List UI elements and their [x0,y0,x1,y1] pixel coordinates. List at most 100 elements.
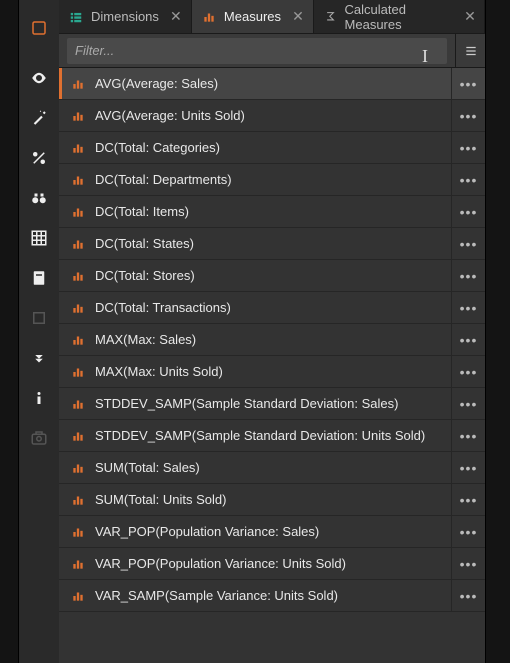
tab-calculated-measures[interactable]: Calculated Measures ✕ [314,0,485,33]
measure-label: STDDEV_SAMP(Sample Standard Deviation: U… [95,428,441,443]
list-item[interactable]: AVG(Average: Sales) ••• [59,68,485,100]
bar-chart-icon [71,397,85,411]
more-icon[interactable]: ••• [451,100,485,132]
bar-chart-icon [71,557,85,571]
close-icon[interactable]: ✕ [289,8,307,26]
more-icon[interactable]: ••• [451,292,485,324]
tab-label: Measures [224,9,281,24]
list-item[interactable]: SUM(Total: Sales) ••• [59,452,485,484]
measure-label: SUM(Total: Sales) [95,460,441,475]
info-icon[interactable] [19,378,59,418]
tab-measures[interactable]: Measures ✕ [192,0,314,33]
percent-icon[interactable] [19,138,59,178]
measure-label: STDDEV_SAMP(Sample Standard Deviation: S… [95,396,441,411]
filter-input[interactable] [67,38,447,64]
list-item[interactable]: STDDEV_SAMP(Sample Standard Deviation: S… [59,388,485,420]
more-icon[interactable]: ••• [451,260,485,292]
bar-chart-icon [71,493,85,507]
list-item[interactable]: MAX(Max: Sales) ••• [59,324,485,356]
list-item[interactable]: DC(Total: Items) ••• [59,196,485,228]
tab-label: Dimensions [91,9,159,24]
wand-icon[interactable] [19,98,59,138]
rail-home-icon[interactable] [19,8,59,48]
more-icon[interactable]: ••• [451,68,485,100]
bar-chart-icon [202,10,216,24]
main-panel: Dimensions ✕ Measures ✕ Calculated Measures ✕… [59,0,485,663]
more-icon[interactable]: ••• [451,132,485,164]
close-icon[interactable]: ✕ [462,8,478,26]
sigma-icon [324,10,337,24]
list-item[interactable]: DC(Total: Transactions) ••• [59,292,485,324]
more-icon[interactable]: ••• [451,196,485,228]
bar-chart-icon [71,461,85,475]
camera-icon[interactable] [19,418,59,458]
left-rail [19,0,59,663]
app-shell: Dimensions ✕ Measures ✕ Calculated Measures ✕… [18,0,486,663]
more-icon[interactable]: ••• [451,580,485,612]
measure-label: DC(Total: Categories) [95,140,441,155]
list-item[interactable]: STDDEV_SAMP(Sample Standard Deviation: U… [59,420,485,452]
tab-bar: Dimensions ✕ Measures ✕ Calculated Measures ✕ [59,0,485,34]
list-item[interactable]: VAR_SAMP(Sample Variance: Units Sold)••• [59,580,485,612]
bar-chart-icon [71,429,85,443]
measure-label: MAX(Max: Sales) [95,332,441,347]
tab-dimensions[interactable]: Dimensions ✕ [59,0,192,33]
more-icon[interactable]: ••• [451,324,485,356]
measure-label: DC(Total: Transactions) [95,300,441,315]
page-icon[interactable] [19,258,59,298]
list-item[interactable]: DC(Total: Departments) ••• [59,164,485,196]
measure-label: DC(Total: States) [95,236,441,251]
list-item[interactable]: DC(Total: Categories) ••• [59,132,485,164]
more-icon[interactable]: ••• [451,228,485,260]
bar-chart-icon [71,77,85,91]
tab-label: Calculated Measures [345,2,454,32]
eye-icon[interactable] [19,58,59,98]
bar-chart-icon [71,205,85,219]
measure-label: DC(Total: Stores) [95,268,441,283]
measure-label: MAX(Max: Units Sold) [95,364,441,379]
list-item[interactable]: AVG(Average: Units Sold) ••• [59,100,485,132]
filter-row [59,34,485,68]
grid-icon[interactable] [19,218,59,258]
list-item[interactable]: VAR_POP(Population Variance: Units Sold)… [59,548,485,580]
bar-chart-icon [71,365,85,379]
more-icon[interactable]: ••• [451,164,485,196]
bar-chart-icon [71,141,85,155]
more-icon[interactable]: ••• [451,356,485,388]
bar-chart-icon [71,301,85,315]
close-icon[interactable]: ✕ [167,8,185,26]
measure-label: SUM(Total: Units Sold) [95,492,441,507]
binoculars-icon[interactable] [19,178,59,218]
bar-chart-icon [71,237,85,251]
measure-label: VAR_POP(Population Variance: Units Sold) [95,556,441,571]
measure-label: DC(Total: Departments) [95,172,441,187]
measure-label: AVG(Average: Sales) [95,76,441,91]
list-item[interactable]: DC(Total: States) ••• [59,228,485,260]
more-icon[interactable]: ••• [451,548,485,580]
more-icon[interactable]: ••• [451,452,485,484]
rail-dim-1-icon[interactable] [19,298,59,338]
bar-chart-icon [71,269,85,283]
measure-label: VAR_POP(Population Variance: Sales) [95,524,441,539]
measure-label: DC(Total: Items) [95,204,441,219]
left-gutter [0,0,18,663]
more-icon[interactable]: ••• [451,484,485,516]
measures-list: AVG(Average: Sales)•••AVG(Average: Units… [59,68,485,663]
list-item[interactable]: VAR_POP(Population Variance: Sales) ••• [59,516,485,548]
measure-label: AVG(Average: Units Sold) [95,108,441,123]
more-icon[interactable]: ••• [451,516,485,548]
more-icon[interactable]: ••• [451,420,485,452]
bar-chart-icon [71,589,85,603]
bar-chart-icon [71,525,85,539]
list-item[interactable]: SUM(Total: Units Sold) ••• [59,484,485,516]
list-item[interactable]: MAX(Max: Units Sold) ••• [59,356,485,388]
bar-chart-icon [71,109,85,123]
more-icon[interactable]: ••• [451,388,485,420]
right-gutter [486,0,510,663]
expand-icon[interactable] [19,338,59,378]
bar-chart-icon [71,333,85,347]
panel-menu-icon[interactable] [455,34,485,68]
list-item[interactable]: DC(Total: Stores) ••• [59,260,485,292]
bar-chart-icon [71,173,85,187]
list-icon [69,10,83,24]
